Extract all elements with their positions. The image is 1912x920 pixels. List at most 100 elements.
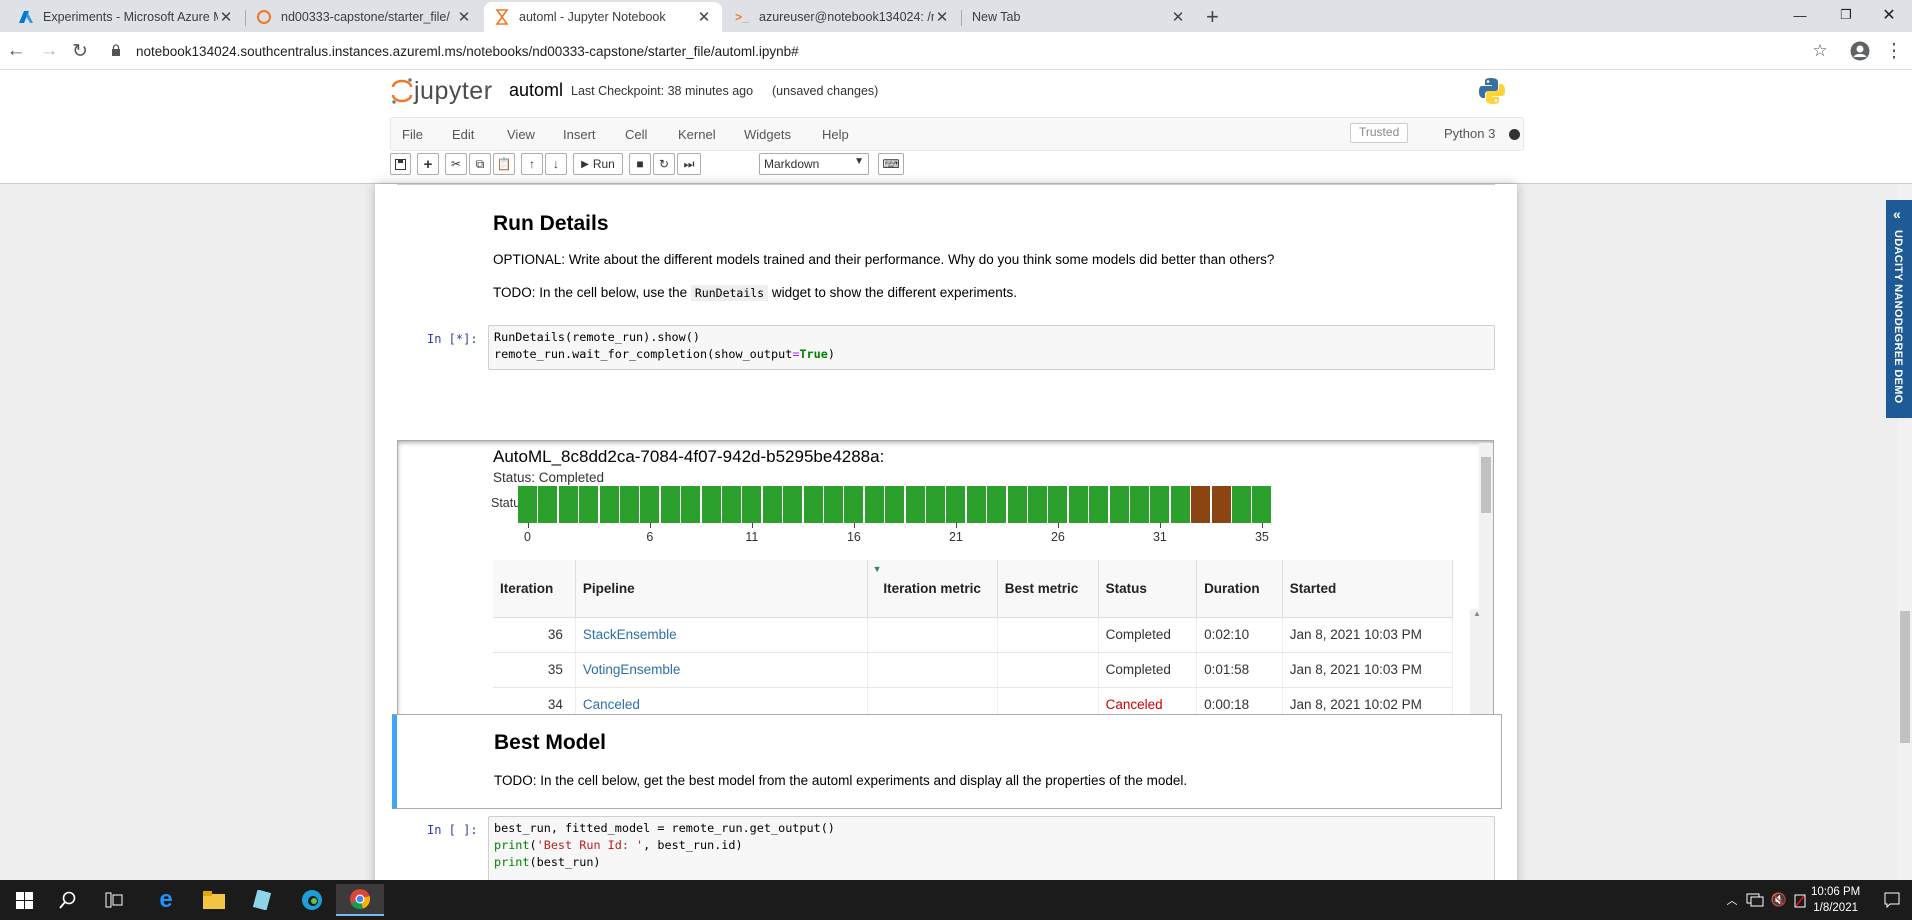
minimize-button[interactable]: — (1777, 0, 1823, 30)
iteration-completed-square[interactable] (1109, 486, 1129, 523)
iteration-canceled-square[interactable] (1191, 486, 1211, 523)
iteration-completed-square[interactable] (824, 486, 843, 523)
save-button[interactable] (390, 153, 411, 175)
iteration-completed-square[interactable] (1232, 486, 1251, 523)
menu-help[interactable]: Help (822, 127, 849, 142)
taskbar-clock[interactable]: 10:06 PM 1/8/2021 (1811, 884, 1860, 916)
udacity-demo-banner[interactable]: « UDACITY NANODEGREE DEMO (1886, 200, 1912, 418)
battery-icon[interactable] (1790, 884, 1810, 916)
code-cell-rundetails[interactable]: RunDetails(remote_run).show() remote_run… (488, 325, 1495, 370)
iteration-completed-square[interactable] (762, 486, 782, 523)
iteration-completed-square[interactable] (722, 486, 741, 523)
cut-button[interactable]: ✂ (445, 153, 467, 175)
move-up-button[interactable]: ↑ (521, 153, 543, 175)
browser-menu-icon[interactable]: ⋮ (1882, 39, 1906, 63)
notepad-icon[interactable] (238, 884, 286, 916)
network-icon[interactable] (1744, 884, 1766, 916)
table-row[interactable]: 35 VotingEnsemble Completed 0:01:58 Jan 8, 2… (493, 652, 1454, 688)
menu-insert[interactable]: Insert (563, 127, 596, 142)
table-row[interactable]: 36 StackEnsemble Completed 0:02:10 Jan 8, 20… (493, 617, 1454, 653)
insert-cell-button[interactable]: + (417, 153, 439, 175)
edge-icon[interactable] (288, 884, 336, 916)
column-header[interactable]: ▼ Iteration metric (867, 560, 998, 618)
column-header[interactable]: Best metric (997, 560, 1099, 618)
notifications-icon[interactable] (1872, 884, 1912, 916)
iteration-completed-square[interactable] (579, 486, 599, 523)
close-icon[interactable]: ✕ (1170, 8, 1186, 26)
iteration-completed-square[interactable] (1170, 486, 1190, 523)
restart-button[interactable]: ↻ (653, 153, 675, 175)
browser-tab-newtab[interactable]: New Tab ✕ (962, 2, 1196, 32)
iteration-canceled-square[interactable] (1211, 486, 1231, 523)
profile-avatar-icon[interactable] (1848, 39, 1872, 63)
menu-widgets[interactable]: Widgets (744, 127, 791, 142)
close-icon[interactable]: ✕ (696, 8, 712, 26)
close-icon[interactable]: ✕ (456, 8, 472, 26)
iteration-completed-square[interactable] (518, 486, 537, 523)
iteration-completed-square[interactable] (660, 486, 680, 523)
close-window-button[interactable]: ✕ (1866, 0, 1912, 30)
kernel-name[interactable]: Python 3 (1444, 126, 1495, 141)
iteration-completed-square[interactable] (1068, 486, 1088, 523)
iteration-completed-square[interactable] (783, 486, 803, 523)
output-scrollbar-thumb[interactable] (1481, 457, 1491, 513)
iteration-completed-square[interactable] (926, 486, 945, 523)
forward-button[interactable]: → (37, 39, 61, 63)
iteration-completed-square[interactable] (538, 486, 558, 523)
iteration-completed-square[interactable] (885, 486, 905, 523)
iteration-completed-square[interactable] (905, 486, 925, 523)
column-header[interactable]: Pipeline (575, 560, 868, 618)
new-tab-button[interactable]: + (1206, 4, 1219, 30)
column-header[interactable]: Duration (1196, 560, 1283, 618)
command-palette-button[interactable]: ⌨ (878, 153, 904, 175)
iteration-completed-square[interactable] (681, 486, 701, 523)
copy-button[interactable]: ⧉ (469, 153, 491, 175)
windows-start-icon[interactable] (0, 884, 48, 916)
restart-run-all-button[interactable]: ⏭ (677, 153, 701, 175)
back-button[interactable]: ← (4, 39, 28, 63)
iteration-completed-square[interactable] (1252, 486, 1272, 523)
run-button[interactable]: ▶ Run (573, 153, 623, 175)
iteration-completed-square[interactable] (803, 486, 823, 523)
menu-cell[interactable]: Cell (625, 127, 647, 142)
iteration-completed-square[interactable] (1007, 486, 1027, 523)
menu-edit[interactable]: Edit (452, 127, 474, 142)
menu-file[interactable]: File (402, 127, 423, 142)
pipeline-link[interactable]: VotingEnsemble (575, 652, 868, 688)
iteration-completed-square[interactable] (987, 486, 1007, 523)
bookmark-star-icon[interactable]: ☆ (1808, 39, 1832, 63)
jupyter-logo[interactable]: jupyter (390, 76, 493, 106)
volume-muted-icon[interactable]: 🔇 (1768, 884, 1790, 916)
column-header[interactable]: Started (1282, 560, 1454, 618)
iteration-completed-square[interactable] (1028, 486, 1047, 523)
table-row[interactable]: 34 Canceled Canceled 0:00:18 Jan 8, 2021 10:… (493, 687, 1454, 716)
internet-explorer-icon[interactable]: e (142, 884, 190, 916)
menu-kernel[interactable]: Kernel (678, 127, 716, 142)
maximize-button[interactable]: ❐ (1823, 0, 1869, 30)
browser-tab-terminal[interactable]: >_ azureuser@notebook134024: /m ✕ (724, 2, 960, 32)
iteration-completed-square[interactable] (599, 486, 619, 523)
file-explorer-icon[interactable] (190, 884, 238, 916)
iteration-completed-square[interactable] (701, 486, 721, 523)
iteration-completed-square[interactable] (864, 486, 884, 523)
url-field[interactable]: notebook134024.southcentralus.instances.… (136, 44, 799, 59)
pipeline-link[interactable]: Canceled (575, 687, 868, 716)
reload-button[interactable]: ↻ (68, 39, 92, 63)
interrupt-button[interactable]: ■ (629, 153, 651, 175)
close-icon[interactable]: ✕ (934, 8, 950, 26)
browser-tab-automl[interactable]: automl - Jupyter Notebook ✕ (484, 2, 722, 32)
iteration-completed-square[interactable] (966, 486, 986, 523)
pipeline-link[interactable]: StackEnsemble (575, 617, 868, 653)
browser-tab-azure[interactable]: Experiments - Microsoft Azure M ✕ (8, 2, 244, 32)
iteration-completed-square[interactable] (640, 486, 660, 523)
iteration-completed-square[interactable] (742, 486, 762, 523)
move-down-button[interactable]: ↓ (545, 153, 567, 175)
iteration-completed-square[interactable] (844, 486, 864, 523)
iteration-completed-square[interactable] (620, 486, 639, 523)
trusted-indicator[interactable]: Trusted (1350, 123, 1409, 143)
tray-chevron-icon[interactable]: ︿ (1722, 884, 1742, 916)
chrome-icon[interactable] (336, 884, 384, 916)
column-header[interactable]: Status (1098, 560, 1198, 618)
iteration-completed-square[interactable] (558, 486, 578, 523)
best-model-markdown-cell[interactable]: Best Model TODO: In the cell below, get … (392, 714, 1502, 809)
